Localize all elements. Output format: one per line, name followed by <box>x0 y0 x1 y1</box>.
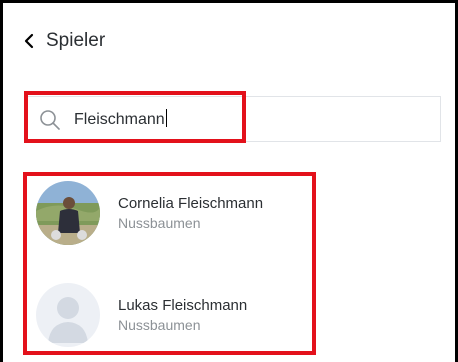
page-title: Spieler <box>46 30 106 51</box>
search-input[interactable]: Fleischmann <box>74 108 167 132</box>
avatar-placeholder-icon <box>36 283 100 347</box>
player-list-item[interactable]: Lukas Fleischmann Nussbaumen <box>36 283 247 347</box>
player-name: Cornelia Fleischmann <box>118 195 264 212</box>
player-name: Lukas Fleischmann <box>118 297 248 314</box>
text-caret <box>165 109 167 127</box>
avatar <box>36 181 100 245</box>
page-header: Spieler <box>22 30 105 52</box>
player-club: Nussbaumen <box>118 317 201 333</box>
search-icon <box>38 108 62 132</box>
search-input-value: Fleischmann <box>74 111 165 128</box>
chevron-left-icon[interactable] <box>22 32 36 50</box>
player-list-item[interactable]: Cornelia Fleischmann Nussbaumen <box>36 181 263 245</box>
player-club: Nussbaumen <box>118 215 201 231</box>
